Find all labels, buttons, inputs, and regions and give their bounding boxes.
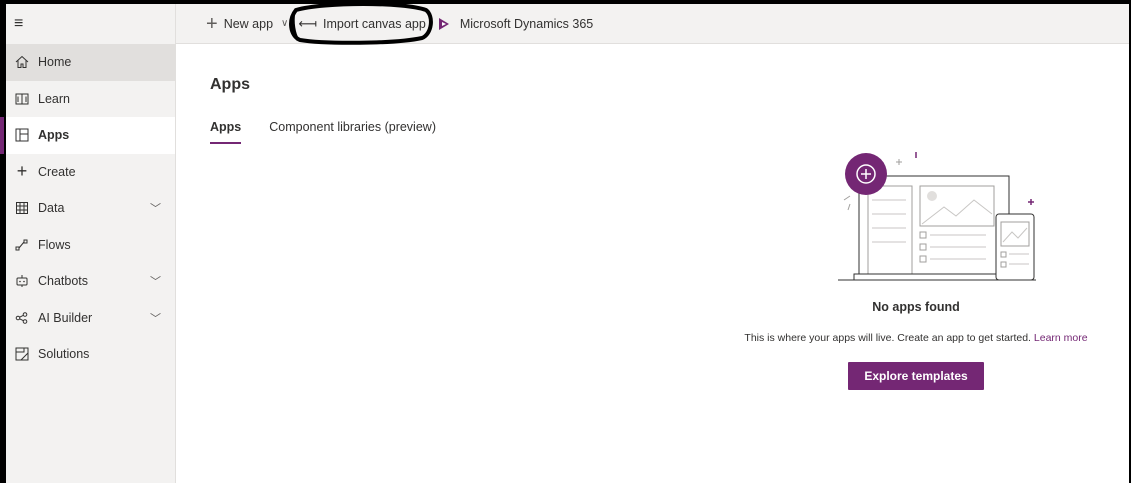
nav-item-solutions[interactable]: Solutions bbox=[6, 336, 175, 373]
empty-apps-illustration bbox=[838, 152, 1036, 281]
import-canvas-app-button[interactable]: ⟻ Import canvas app bbox=[289, 1, 437, 45]
nav-item-flows[interactable]: Flows bbox=[6, 227, 175, 264]
plus-icon: + bbox=[16, 161, 28, 182]
empty-state-text: This is where your apps will live. Creat… bbox=[744, 332, 1031, 344]
import-canvas-app-label: Import canvas app bbox=[323, 16, 426, 31]
dynamics-365-logo-icon bbox=[438, 17, 449, 30]
explore-templates-button[interactable]: Explore templates bbox=[848, 362, 984, 390]
nav-item-ai-builder[interactable]: AI Builder ﹀ bbox=[6, 300, 175, 337]
tab-list: Apps Component libraries (preview) bbox=[210, 120, 436, 144]
nav-item-home[interactable]: Home bbox=[6, 44, 175, 81]
nav-label: Data bbox=[38, 201, 65, 216]
chevron-down-icon[interactable]: ﹀ bbox=[150, 310, 161, 326]
nav-label: AI Builder bbox=[38, 310, 93, 325]
tab-apps[interactable]: Apps bbox=[210, 120, 242, 144]
new-app-label: New app bbox=[223, 16, 274, 31]
new-app-button[interactable]: + New app ∨ bbox=[206, 14, 292, 34]
bot-icon bbox=[14, 273, 30, 289]
nav-label: Home bbox=[38, 55, 72, 70]
chevron-down-icon[interactable]: ﹀ bbox=[150, 200, 161, 216]
nav-item-learn[interactable]: Learn bbox=[6, 81, 175, 118]
nav-label: Create bbox=[38, 164, 76, 179]
nav-item-data[interactable]: Data ﹀ bbox=[6, 190, 175, 227]
home-icon bbox=[14, 54, 30, 70]
nav-item-chatbots[interactable]: Chatbots ﹀ bbox=[6, 263, 175, 300]
hamburger-icon[interactable]: ≡ bbox=[6, 4, 175, 44]
empty-state: No apps found This is where your apps wi… bbox=[716, 152, 1116, 390]
flow-icon bbox=[14, 237, 30, 253]
nav-item-create[interactable]: + Create bbox=[6, 154, 175, 191]
dynamics-365-label: Microsoft Dynamics 365 bbox=[459, 16, 594, 31]
nav-label: Learn bbox=[38, 91, 70, 106]
table-icon bbox=[14, 200, 30, 216]
apps-icon bbox=[14, 127, 30, 143]
plus-icon: + bbox=[206, 12, 218, 35]
dynamics-365-button[interactable]: Microsoft Dynamics 365 bbox=[438, 17, 593, 31]
import-arrow-icon: ⟻ bbox=[298, 15, 317, 31]
nav-label: Chatbots bbox=[38, 274, 89, 289]
empty-state-heading: No apps found bbox=[872, 300, 960, 314]
chevron-down-icon[interactable]: ∨ bbox=[281, 18, 288, 29]
solutions-icon bbox=[14, 346, 30, 362]
left-nav: ≡ Home Learn Apps + Create Data ﹀ Flows bbox=[0, 4, 176, 483]
chevron-down-icon[interactable]: ﹀ bbox=[150, 273, 161, 289]
tab-component-libraries[interactable]: Component libraries (preview) bbox=[269, 120, 436, 144]
main-content: Apps Apps Component libraries (preview) bbox=[176, 44, 1129, 483]
nav-label: Solutions bbox=[38, 347, 90, 362]
ai-builder-icon bbox=[14, 310, 30, 326]
command-bar: + New app ∨ ⟻ Import canvas app Microsof… bbox=[176, 1, 1129, 45]
nav-label: Flows bbox=[38, 237, 71, 252]
nav-item-apps[interactable]: Apps bbox=[0, 117, 175, 154]
nav-label: Apps bbox=[38, 128, 70, 143]
empty-state-description: This is where your apps will live. Creat… bbox=[716, 332, 1116, 344]
learn-more-link[interactable]: Learn more bbox=[1034, 332, 1088, 344]
page-title: Apps bbox=[210, 76, 250, 93]
book-icon bbox=[14, 91, 30, 107]
